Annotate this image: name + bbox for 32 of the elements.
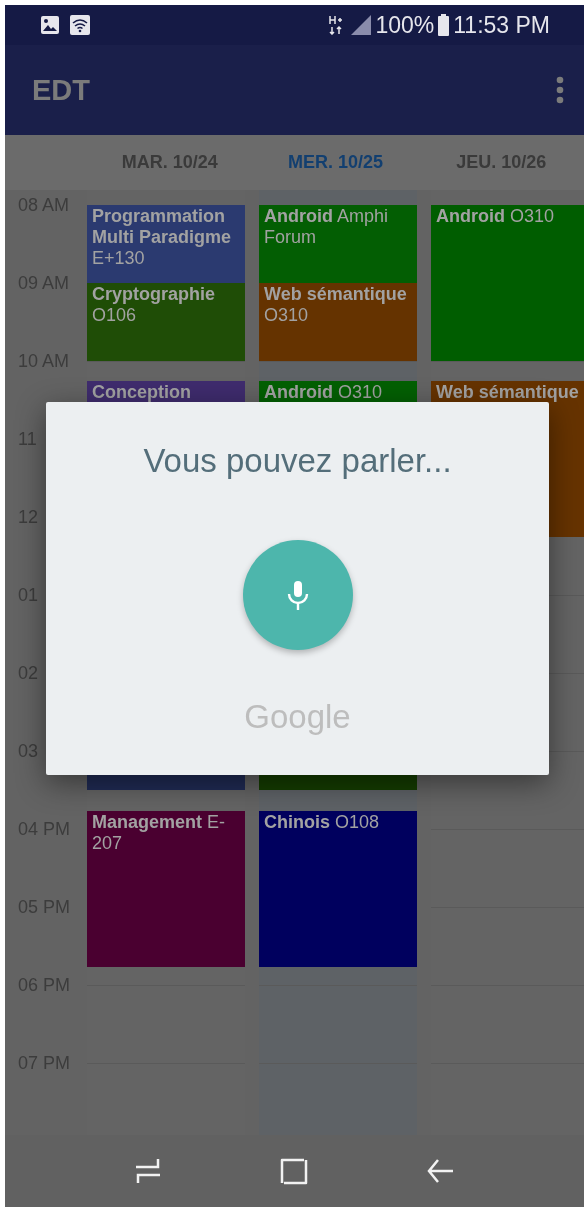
app-title: EDT xyxy=(32,73,91,107)
event-block[interactable]: Web sémantique O310 xyxy=(259,283,417,361)
signal-icon xyxy=(351,15,372,35)
event-text: Programmation Multi Paradigme E+130 xyxy=(92,206,233,269)
back-icon[interactable] xyxy=(426,1157,455,1185)
mobile-data-icon xyxy=(329,15,344,35)
event-text: Conception xyxy=(92,381,192,403)
event-text: Management E-207 xyxy=(92,812,227,855)
home-icon[interactable] xyxy=(280,1157,309,1185)
event-text: Android O310 xyxy=(264,381,384,403)
clock: 11:53 PM xyxy=(453,11,550,39)
dialog-title: Vous pouvez parler... xyxy=(143,442,452,480)
event-block[interactable]: Android O310 xyxy=(431,205,584,361)
recent-apps-icon[interactable] xyxy=(134,1157,163,1185)
wifi-icon xyxy=(70,15,90,35)
microphone-icon xyxy=(285,579,310,611)
event-text: Android Amphi Forum xyxy=(264,206,390,248)
event-block[interactable]: Programmation Multi Paradigme E+130 xyxy=(87,205,245,283)
battery-icon xyxy=(438,14,450,36)
event-text: Android O310 xyxy=(436,206,556,227)
more-options-icon[interactable] xyxy=(556,76,564,104)
event-block[interactable]: Cryptographie O106 xyxy=(87,283,245,361)
event-text: Chinois O108 xyxy=(264,812,381,834)
battery-percent: 100% xyxy=(375,11,435,39)
event-block[interactable]: Android Amphi Forum xyxy=(259,205,417,283)
image-icon xyxy=(40,15,60,35)
event-block[interactable]: Chinois O108 xyxy=(259,811,417,968)
day-label[interactable]: MER. 10/25 xyxy=(252,152,419,173)
event-text: Web sémantique xyxy=(436,381,580,403)
event-text: Web sémantique O310 xyxy=(264,284,408,326)
event-text: Cryptographie O106 xyxy=(92,284,216,326)
event-block[interactable]: Management E-207 xyxy=(87,811,245,968)
